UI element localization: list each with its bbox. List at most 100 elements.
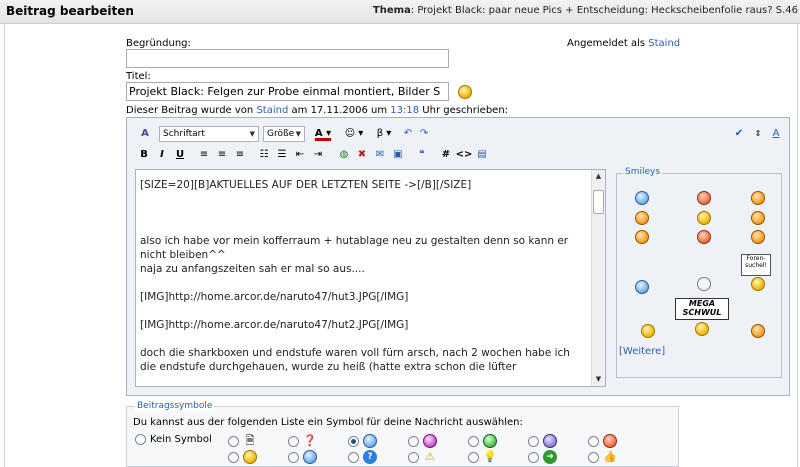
scroll-up-icon[interactable]: ▲ [592,170,605,183]
confused-smiley-icon[interactable] [635,191,649,205]
remove-link-icon[interactable]: ✖ [355,146,369,162]
mega-sign-icon[interactable]: MEGA SCHWUL [675,298,729,320]
bold-button[interactable]: B [137,146,151,162]
radio[interactable] [588,451,599,463]
wrap-html-button[interactable]: <> [456,146,473,162]
post-icon-option[interactable] [528,434,557,448]
resize-icon[interactable]: ⇕ [751,125,765,141]
post-icon-option[interactable] [588,434,617,448]
arrow-right-icon: ➜ [543,450,557,464]
underline-button[interactable]: U [173,146,187,162]
post-icon-option[interactable] [468,434,497,448]
post-icon-option[interactable] [348,434,377,448]
radio[interactable] [468,451,479,463]
redo-icon[interactable]: ↷ [417,125,431,141]
thema-label: Thema [372,5,411,16]
italic-button[interactable]: I [155,146,169,162]
radio[interactable] [228,451,239,463]
page-title: Beitrag bearbeiten [6,4,134,18]
message-content[interactable]: [SIZE=20][B]AKTUELLES AUF DER LETZTEN SE… [140,178,588,374]
wrap-php-icon[interactable]: ▤ [475,146,489,162]
radio[interactable] [528,451,539,463]
post-icon-option-none[interactable]: Kein Symbol [135,434,212,445]
insert-special-char-icon[interactable]: β ▾ [371,125,397,141]
lightbulb-icon: 💡 [483,450,497,463]
title-smiley-icon[interactable] [458,85,472,99]
insert-image-icon[interactable]: ▣ [391,146,405,162]
ordered-list-icon[interactable]: ☷ [257,146,271,162]
radio[interactable] [408,451,419,463]
question-icon: ❓ [303,434,317,447]
radio[interactable] [468,435,479,447]
wysiwyg-editor: A Schriftart ▼ Größe ▼ A ▾ ☺ ▾ β ▾ ↶ ↷ ✔ ⇕… [126,117,790,396]
sad-smiley-icon[interactable] [697,230,711,244]
wall-smiley-icon[interactable] [751,324,765,338]
tongue-smiley-icon[interactable] [635,230,649,244]
radio-none[interactable] [135,434,146,445]
font-select[interactable]: Schriftart ▼ [159,126,259,142]
eek-smiley-icon[interactable] [751,230,765,244]
post-icon-option[interactable]: 👍 [588,450,617,464]
radio[interactable] [228,435,239,447]
thema-value: : Projekt Black: paar neue Pics + Entsch… [410,5,798,16]
radio[interactable] [288,451,299,463]
insert-email-icon[interactable]: ✉ [373,146,387,162]
logged-in-user-link[interactable]: Staind [648,38,680,49]
post-icon-option[interactable] [288,450,317,464]
post-icon-option[interactable]: ➜ [528,450,557,464]
align-left-icon[interactable]: ≡ [197,146,211,162]
rolleyes-smiley-icon[interactable] [697,277,711,291]
editor-line [140,332,588,346]
text-color-icon[interactable]: A ▾ [311,124,335,142]
align-center-icon[interactable]: ≡ [215,146,229,162]
size-select[interactable]: Größe ▼ [263,126,305,142]
begruendung-input[interactable] [126,49,449,68]
begruendung-label: Begründung: [126,38,191,49]
wrap-code-button[interactable]: # [439,146,453,162]
more-smileys-link[interactable]: [Weitere] [619,346,665,357]
radio-selected[interactable] [348,435,359,447]
spellcheck-icon[interactable]: ✔ [731,125,747,141]
switch-mode-icon[interactable]: A [768,125,784,141]
written-suffix: Uhr geschrieben: [422,105,509,116]
insert-quote-icon[interactable]: ❝ [415,146,429,162]
titel-input[interactable]: Projekt Black: Felgen zur Probe einmal m… [126,82,449,101]
post-icon-option[interactable]: 💡 [468,450,497,464]
post-icon-option[interactable] [408,434,437,448]
written-user-link[interactable]: Staind [256,105,288,116]
textarea-scrollbar[interactable]: ▲ ▼ [591,170,605,386]
unordered-list-icon[interactable]: ☰ [275,146,289,162]
outdent-icon[interactable]: ⇤ [293,146,307,162]
scroll-thumb[interactable] [593,190,604,214]
flag-smiley-icon[interactable] [641,324,655,338]
written-time-link[interactable]: 13:18 [390,105,419,116]
foren-sign-icon[interactable]: Foren-suchel! [741,254,771,276]
wink-smiley-icon[interactable] [751,211,765,225]
message-textarea[interactable]: [SIZE=20][B]AKTUELLES AUF DER LETZTEN SE… [135,169,606,387]
scroll-down-icon[interactable]: ▼ [592,373,605,386]
mega-smiley-icon[interactable] [695,322,709,336]
post-icon-option[interactable] [228,450,257,464]
grin-smiley-icon[interactable] [697,211,711,225]
insert-smiley-icon[interactable]: ☺ ▾ [339,125,369,141]
angry-smiley-icon[interactable] [697,191,711,205]
frown-smiley-icon[interactable] [751,191,765,205]
post-icon-option[interactable]: 🗎 [228,434,257,448]
radio[interactable] [288,435,299,447]
remove-format-icon[interactable]: A [137,125,153,141]
logged-in-prefix: Angemeldet als [567,38,646,49]
post-icon-option[interactable]: ? [348,450,377,464]
cool-smiley-icon[interactable] [635,280,649,294]
post-icon-option[interactable]: ❓ [288,434,317,448]
radio[interactable] [528,435,539,447]
smile-smiley-icon[interactable] [635,211,649,225]
radio[interactable] [348,451,359,463]
sign-smiley-icon[interactable] [751,277,765,291]
radio[interactable] [408,435,419,447]
radio[interactable] [588,435,599,447]
insert-link-icon[interactable]: ◍ [337,146,351,162]
post-icon-option[interactable]: ⚠ [408,450,437,464]
indent-icon[interactable]: ⇥ [311,146,325,162]
align-right-icon[interactable]: ≡ [233,146,247,162]
undo-icon[interactable]: ↶ [401,125,415,141]
